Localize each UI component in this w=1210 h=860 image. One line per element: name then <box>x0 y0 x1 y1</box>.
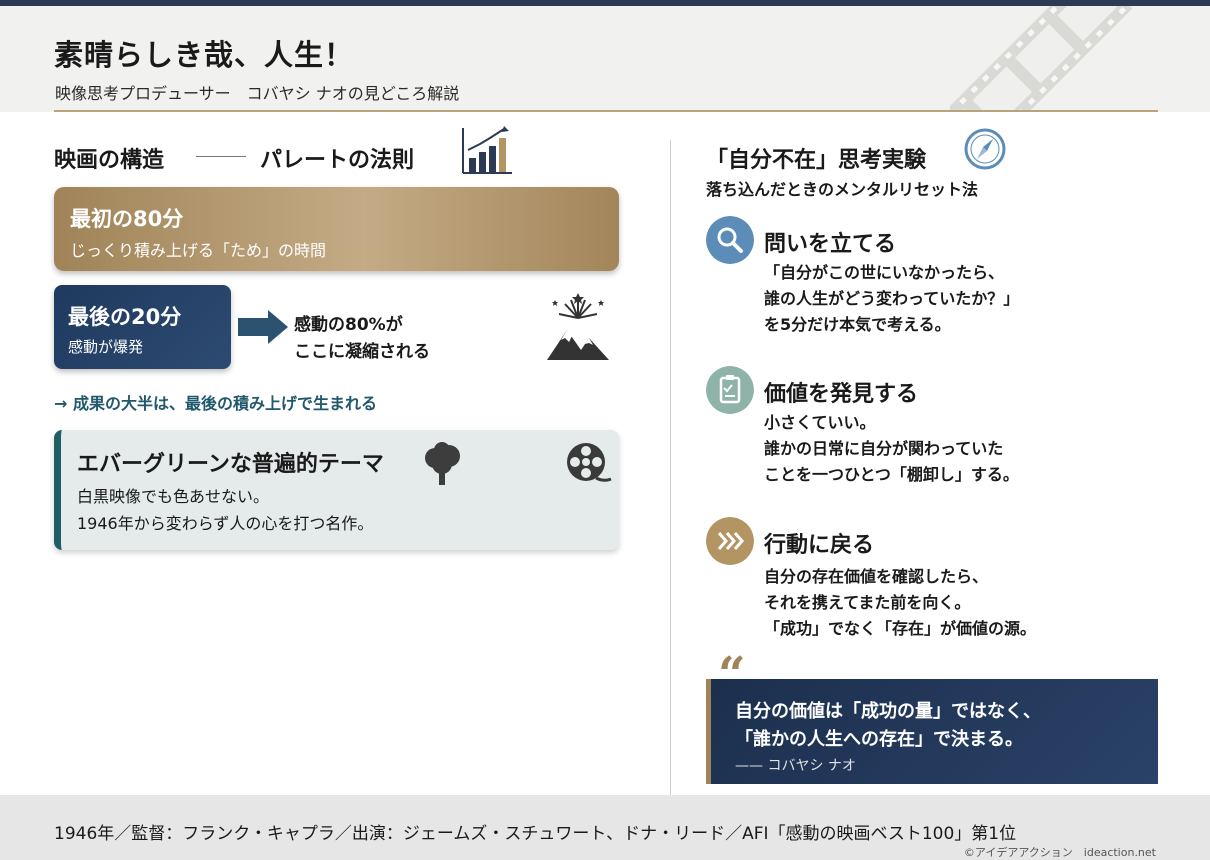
fireworks-mountain-icon <box>547 293 609 360</box>
section-title-pareto: パレートの法則 <box>260 148 415 173</box>
first-80-body: じっくり積み上げる「ため」の時間 <box>70 241 327 260</box>
quote-line-1: 自分の価値は「成功の量」ではなく、 <box>735 701 1041 722</box>
quote-icon: “ <box>718 647 746 703</box>
evergreen-line-2: 1946年から変わらず人の心を打つ名作。 <box>77 514 374 533</box>
bar-chart-icon <box>462 126 512 174</box>
last-20-title: 最後の20分 <box>68 305 182 329</box>
step-3-line-1: 自分の存在価値を確認したら、 <box>764 567 989 586</box>
section-title-structure: 映画の構造 <box>54 148 165 173</box>
right-section-subtitle: 落ち込んだときのメンタルリセット法 <box>706 180 979 199</box>
evergreen-line-1: 白黒映像でも色あせない。 <box>77 487 270 506</box>
right-column: 「自分不在」思考実験 落ち込んだときのメンタルリセット法 問いを立てる 「自分が… <box>700 112 1190 792</box>
step-3-line-3: 「成功」でなく「存在」が価値の源。 <box>764 619 1037 638</box>
step-2-line-2: 誰かの日常に自分が関わっていた <box>764 439 1004 458</box>
first-80-card: 最初の80分 じっくり積み上げる「ため」の時間 <box>54 187 619 271</box>
quote-box: 自分の価値は「成功の量」ではなく、 「誰かの人生への存在」で決まる。 —— コバ… <box>706 679 1158 784</box>
emotion-line-2: ここに凝縮される <box>294 342 430 362</box>
step-2-body: 小さくていい。 誰かの日常に自分が関わっていた ことを一つひとつ「棚卸し」する。 <box>764 410 1019 488</box>
emotion-concentration-text: 感動の80%が ここに凝縮される <box>294 312 430 366</box>
last-20-body: 感動が爆発 <box>68 338 144 356</box>
evergreen-card: エバーグリーンな普遍的テーマ 白黒映像でも色あせない。 1946年から変わらず人… <box>54 430 619 550</box>
title-dash <box>196 156 246 157</box>
step-1-title: 問いを立てる <box>764 232 897 257</box>
step-1-line-3: を5分だけ本気で考える。 <box>764 315 951 334</box>
page-subtitle: 映像思考プロデューサー コバヤシ ナオの見どころ解説 <box>55 84 460 103</box>
step-1-line-2: 誰の人生がどう変わっていたか？」 <box>764 289 1020 308</box>
footer: 1946年／監督：フランク・キャプラ／出演：ジェームズ・スチュワート、ドナ・リー… <box>0 795 1210 860</box>
tree-icon <box>425 442 460 485</box>
page-title: 素晴らしき哉、人生！ <box>54 38 355 72</box>
compass-icon <box>964 128 1006 170</box>
step-2-title: 価値を発見する <box>764 382 919 407</box>
chevrons-icon <box>706 517 754 565</box>
step-3-body: 自分の存在価値を確認したら、 それを携えてまた前を向く。 「成功」でなく「存在」… <box>764 564 1036 642</box>
step-3-line-2: それを携えてまた前を向く。 <box>764 593 971 612</box>
quote-line-2: 「誰かの人生への存在」で決まる。 <box>735 729 1023 750</box>
film-info: 1946年／監督：フランク・キャプラ／出演：ジェームズ・スチュワート、ドナ・リー… <box>54 824 1017 844</box>
clipboard-icon <box>706 366 754 414</box>
left-column: 映画の構造 パレートの法則 最初の80分 じっくり積み上げる「ため」の時間 最後… <box>0 112 660 792</box>
evergreen-title: エバーグリーンな普遍的テーマ <box>77 452 384 477</box>
last-20-card: 最後の20分 感動が爆発 <box>54 285 231 369</box>
step-1-line-1: 「自分がこの世にいなかったら、 <box>764 263 1005 282</box>
step-2-line-1: 小さくていい。 <box>764 413 876 432</box>
header: 素晴らしき哉、人生！ 映像思考プロデューサー コバヤシ ナオの見どころ解説 <box>0 6 1210 112</box>
step-2-line-3: ことを一つひとつ「棚卸し」する。 <box>764 465 1019 484</box>
film-reel-icon <box>567 443 612 482</box>
column-divider <box>670 140 671 795</box>
copyright-credit: ©アイデアアクション ideaction.net <box>963 846 1156 859</box>
arrow-right-icon <box>238 310 288 344</box>
search-icon <box>706 216 754 264</box>
right-section-title: 「自分不在」思考実験 <box>706 148 927 173</box>
emotion-line-1: 感動の80%が <box>294 315 403 335</box>
result-summary: → 成果の大半は、最後の積み上げで生まれる <box>54 394 377 413</box>
quote-author: —— コバヤシ ナオ <box>735 758 856 774</box>
step-1-body: 「自分がこの世にいなかったら、 誰の人生がどう変わっていたか？」 を5分だけ本気… <box>764 260 1019 338</box>
first-80-title: 最初の80分 <box>70 207 184 231</box>
step-3-title: 行動に戻る <box>764 533 875 558</box>
filmstrip-icon <box>950 6 1133 112</box>
